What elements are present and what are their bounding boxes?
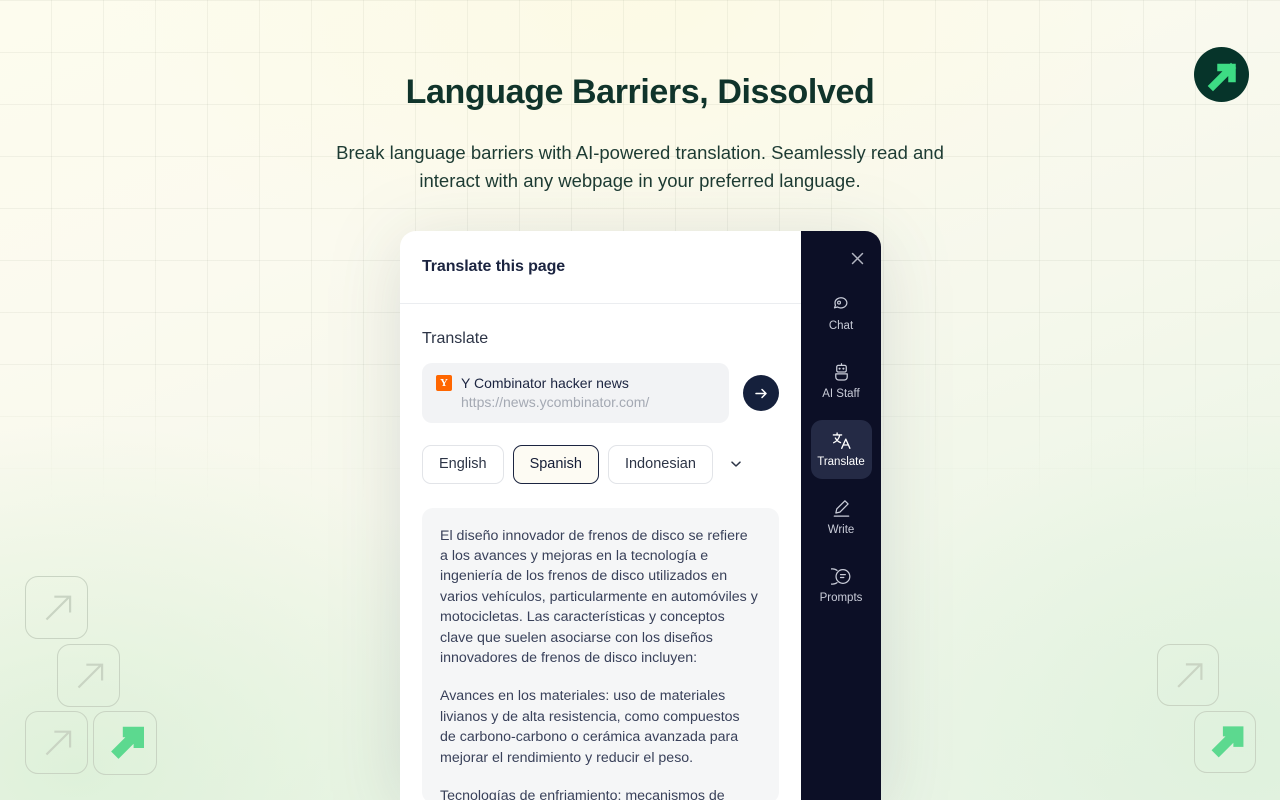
- page-title: Language Barriers, Dissolved: [405, 73, 875, 111]
- rail-item-prompts[interactable]: Prompts: [811, 556, 872, 615]
- prompts-cards-icon: [830, 566, 852, 587]
- arrow-up-right-icon: [1211, 726, 1244, 758]
- translation-paragraph: Tecnologías de enfriamiento: mecanismos …: [440, 787, 725, 800]
- rail-item-chat[interactable]: Chat: [811, 284, 872, 343]
- decor-tile-1: [25, 576, 88, 639]
- arrow-up-right-icon: [45, 730, 72, 756]
- arrow-up-right-icon: [111, 726, 144, 759]
- translate-panel: Translate this page Translate Y Y Combin…: [400, 231, 801, 800]
- translation-paragraph: Avances en los materiales: uso de materi…: [440, 688, 740, 766]
- rail-item-label: Prompts: [819, 592, 863, 605]
- panel-header: Translate this page: [400, 231, 801, 304]
- translate-go-button[interactable]: [743, 375, 779, 411]
- url-address: https://news.ycombinator.com/: [461, 394, 650, 410]
- chat-bubble-icon: [831, 294, 852, 315]
- chevron-down-icon: [731, 461, 741, 467]
- decor-tile-4: [93, 711, 157, 775]
- close-button[interactable]: [847, 243, 868, 273]
- close-row: [801, 243, 881, 273]
- rail-item-translate[interactable]: Translate: [810, 420, 872, 479]
- url-title-row: Y Y Combinator hacker news: [436, 375, 715, 391]
- translate-section-label: Translate: [422, 330, 489, 347]
- arrow-right-icon: [754, 388, 767, 398]
- url-input[interactable]: Y Y Combinator hacker news https://news.…: [422, 363, 729, 423]
- rail-item-label: AI Staff: [822, 388, 860, 401]
- decor-tile-3: [25, 711, 88, 774]
- arrow-up-right-icon: [77, 663, 104, 689]
- page-subtitle: Break language barriers with AI-powered …: [336, 141, 944, 191]
- pencil-icon: [831, 498, 852, 519]
- rail-item-label: Translate: [817, 456, 865, 469]
- close-icon: [851, 252, 864, 264]
- translation-output: El diseño innovador de frenos de disco s…: [422, 507, 779, 800]
- tool-rail: Chat AI Staff Translate Write Prompts: [801, 231, 881, 800]
- rail-item-label: Chat: [828, 320, 854, 333]
- language-pill-indonesian[interactable]: Indonesian: [607, 445, 713, 484]
- arrow-up-right-icon: [1177, 663, 1203, 688]
- decor-tile-2: [57, 644, 120, 707]
- y-combinator-favicon-icon: Y: [436, 375, 452, 391]
- panel-title: Translate this page: [422, 258, 566, 275]
- decor-tile-5: [1157, 644, 1219, 706]
- panel-body: Translate Y Y Combinator hacker news htt…: [400, 304, 801, 800]
- rail-item-ai-staff[interactable]: AI Staff: [811, 352, 872, 411]
- language-more-button[interactable]: [722, 452, 750, 476]
- language-pill-english[interactable]: English: [422, 445, 504, 484]
- language-pill-spanish[interactable]: Spanish: [512, 445, 599, 484]
- translation-paragraph: El diseño innovador de frenos de disco s…: [440, 527, 758, 666]
- language-pill-row: English Spanish Indonesian: [422, 445, 779, 484]
- hero-section: Language Barriers, Dissolved Break langu…: [0, 72, 1280, 195]
- rail-item-write[interactable]: Write: [811, 488, 872, 547]
- decor-tile-6: [1194, 711, 1256, 773]
- translate-extension-widget: Translate this page Translate Y Y Combin…: [400, 231, 881, 800]
- arrow-up-right-circle-logo: [1194, 47, 1249, 102]
- url-row: Y Y Combinator hacker news https://news.…: [422, 363, 779, 423]
- arrow-up-right-icon: [45, 595, 72, 621]
- rail-item-label: Write: [827, 524, 855, 537]
- robot-icon: [831, 362, 852, 383]
- translate-icon: [831, 430, 852, 451]
- url-page-title: Y Combinator hacker news: [461, 375, 629, 391]
